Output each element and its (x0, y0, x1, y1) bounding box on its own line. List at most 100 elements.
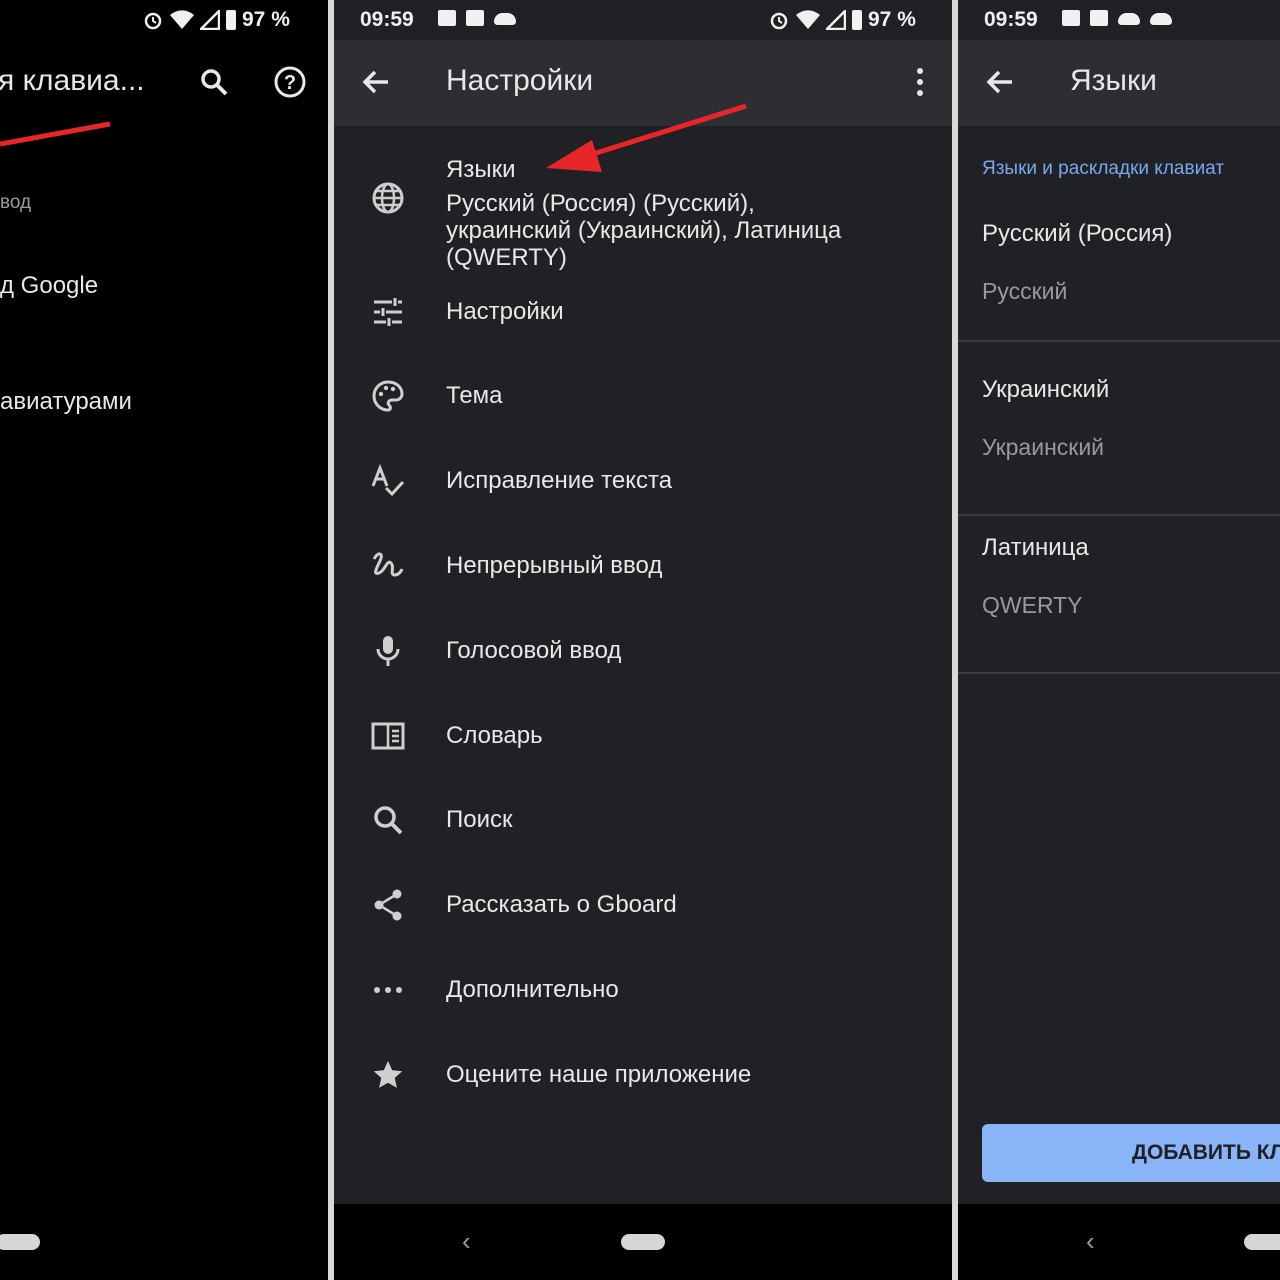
menu-item-rate-app[interactable]: Оцените наше приложение (334, 1033, 952, 1117)
menu-item-label: Голосовой ввод (446, 637, 622, 664)
status-icons: 97 % (142, 8, 290, 32)
menu-item-preferences[interactable]: Настройки (334, 270, 952, 354)
language-name: Украинский (982, 376, 1110, 403)
language-layout: Русский (982, 278, 1068, 304)
back-button[interactable] (356, 62, 396, 102)
nav-back-button[interactable]: ‹ (462, 1226, 471, 1257)
globe-icon (370, 180, 406, 216)
left-screen: 97 % я клавиа... ? вод д Google авиатура… (0, 0, 328, 1280)
language-layout: QWERTY (982, 592, 1083, 618)
battery-icon (226, 10, 236, 30)
signal-icon (200, 10, 220, 30)
more-horiz-icon (370, 972, 406, 1008)
menu-item-label: Оцените наше приложение (446, 1061, 752, 1088)
languages-screen: 09:59 Языки Языки и раскладки клавиат Ру… (958, 0, 1280, 1280)
arrow-back-icon (362, 70, 388, 94)
cloud-icon (1150, 13, 1172, 25)
language-item-latin[interactable]: Латиница QWERTY (958, 516, 1280, 674)
battery-icon (852, 10, 862, 30)
status-time: 09:59 (360, 8, 414, 31)
status-bar: 09:59 (958, 0, 1280, 40)
status-bar: 97 % (0, 0, 328, 40)
alarm-icon (144, 12, 162, 30)
language-item-ukrainian[interactable]: Украинский Украинский (958, 358, 1280, 516)
language-layout: Украинский (982, 434, 1105, 460)
section-header: Языки и раскладки клавиат (982, 158, 1225, 179)
menu-item-search[interactable]: Поиск (334, 778, 952, 862)
wifi-icon (796, 10, 820, 29)
search-button[interactable] (194, 62, 234, 102)
notification-icons (1062, 10, 1172, 26)
mail-notification-icon (466, 10, 484, 26)
more-vert-icon (917, 68, 923, 96)
app-bar: Языки (958, 40, 1280, 126)
status-bar: 09:59 97 % (334, 0, 952, 40)
left-item-keyboards[interactable]: авиатурами (0, 388, 132, 416)
language-item-russian[interactable]: Русский (Россия) Русский (958, 200, 1280, 342)
language-name: Латиница (982, 534, 1089, 561)
alarm-icon (770, 12, 788, 30)
nav-bar: ‹ (958, 1204, 1280, 1280)
cloud-icon (494, 13, 516, 25)
menu-item-label: Настройки (446, 298, 564, 325)
menu-item-label: Тема (446, 382, 503, 409)
spellcheck-icon (370, 463, 406, 499)
status-time: 09:59 (984, 8, 1038, 31)
menu-item-text-correction[interactable]: Исправление текста (334, 439, 952, 523)
help-icon: ? (274, 66, 306, 98)
back-button[interactable] (980, 62, 1020, 102)
left-item-input[interactable]: вод (0, 192, 31, 214)
settings-screen: 09:59 97 % Настройки Языки Русский (Росс… (334, 0, 952, 1280)
menu-item-dictionary[interactable]: Словарь (334, 694, 952, 778)
share-icon (370, 887, 406, 923)
menu-item-glide-typing[interactable]: Непрерывный ввод (334, 524, 952, 608)
menu-item-label: Рассказать о Gboard (446, 891, 677, 918)
home-button[interactable] (1244, 1234, 1280, 1250)
language-name: Русский (Россия) (982, 220, 1173, 247)
tune-icon (370, 294, 406, 330)
nav-bar (0, 1204, 328, 1280)
mic-icon (370, 633, 406, 669)
wifi-icon (170, 10, 194, 29)
mail-notification-icon (1090, 10, 1108, 26)
menu-item-label: Исправление текста (446, 467, 673, 494)
status-icons: 97 % (768, 8, 916, 32)
signal-icon (826, 10, 846, 30)
menu-item-advanced[interactable]: Дополнительно (334, 948, 952, 1032)
star-icon (370, 1057, 406, 1093)
nav-bar: ‹ (334, 1204, 952, 1280)
nav-back-button[interactable]: ‹ (1086, 1226, 1095, 1257)
menu-item-voice-input[interactable]: Голосовой ввод (334, 609, 952, 693)
svg-text:?: ? (284, 72, 296, 94)
annotation-arrow-left (0, 121, 111, 147)
notification-icons (438, 10, 516, 26)
menu-item-label: Непрерывный ввод (446, 552, 663, 579)
help-button[interactable]: ? (270, 62, 310, 102)
gesture-icon (370, 548, 406, 584)
left-item-google[interactable]: д Google (0, 272, 98, 300)
page-title: Настройки (446, 64, 594, 97)
menu-item-label: Поиск (446, 806, 513, 833)
page-title: я клавиа... (0, 64, 145, 97)
menu-item-label: Дополнительно (446, 976, 619, 1003)
languages-summary: Русский (Россия) (Русский), украинский (… (446, 190, 842, 271)
battery-percent: 97 % (242, 8, 290, 31)
annotation-arrow-mid (546, 103, 747, 172)
overflow-menu-button[interactable] (900, 62, 940, 102)
add-keyboard-button[interactable]: ДОБАВИТЬ КЛ (982, 1124, 1280, 1182)
palette-icon (370, 378, 406, 414)
image-notification-icon (438, 10, 456, 26)
app-bar: я клавиа... ? (0, 40, 328, 126)
search-icon (201, 69, 228, 96)
battery-percent: 97 % (868, 8, 916, 31)
menu-item-share[interactable]: Рассказать о Gboard (334, 863, 952, 947)
home-button[interactable] (621, 1234, 665, 1250)
home-button[interactable] (0, 1234, 40, 1250)
cloud-icon (1118, 13, 1140, 25)
page-title: Языки (1070, 64, 1157, 97)
book-icon (370, 718, 406, 754)
menu-item-theme[interactable]: Тема (334, 354, 952, 438)
menu-item-label: Словарь (446, 722, 543, 749)
image-notification-icon (1062, 10, 1080, 26)
menu-item-label: Языки (446, 156, 516, 183)
